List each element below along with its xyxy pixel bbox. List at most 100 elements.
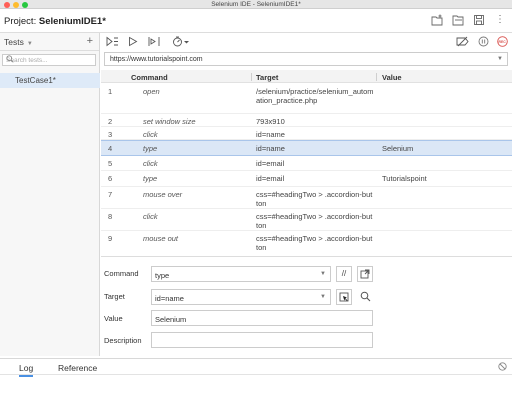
project-bar: Project: SeleniumIDE1* ⋮ [0, 9, 512, 33]
row-target-line: id=name [256, 144, 285, 153]
project-name[interactable]: SeleniumIDE1* [39, 16, 106, 27]
row-target: css=#headingTwo > .accordion-but ton [256, 190, 376, 208]
open-reference-icon[interactable] [357, 266, 373, 282]
command-editor: Command type ▼ // Target id=name ▼ Value… [101, 256, 512, 356]
pause-exceptions-icon[interactable] [478, 36, 489, 50]
tests-dropdown[interactable]: Tests ▼ [4, 37, 33, 47]
comment-toggle-button[interactable]: // [336, 266, 352, 282]
run-all-icon[interactable] [106, 36, 119, 50]
row-target-line: id=email [256, 159, 285, 168]
value-input-value: Selenium [155, 314, 187, 324]
tests-title: Tests [4, 37, 24, 47]
record-icon[interactable]: REC [497, 36, 508, 50]
table-row-selected[interactable]: 4 type id=name Selenium [101, 140, 512, 156]
command-column-header: Command [131, 72, 168, 82]
tests-header: Tests ▼ + [0, 33, 99, 51]
command-select-value: type [155, 270, 170, 280]
window-title: Selenium IDE - SeleniumIDE1* [211, 1, 301, 8]
test-item[interactable]: TestCase1* [0, 73, 100, 88]
row-target: id=email [256, 159, 376, 168]
target-select[interactable]: id=name ▼ [151, 289, 331, 305]
more-options-icon[interactable]: ⋮ [494, 14, 506, 26]
row-target: 793x910 [256, 117, 376, 126]
row-number: 6 [108, 174, 113, 183]
target-label: Target [104, 292, 125, 301]
row-command: click [143, 212, 158, 221]
project-label: Project: SeleniumIDE1* [4, 16, 106, 27]
search-icon [6, 55, 93, 65]
row-target-line: id=email [256, 174, 285, 183]
speed-icon[interactable] [172, 36, 190, 50]
toolbar: REC [101, 33, 512, 51]
row-command: mouse out [143, 234, 179, 243]
tab-reference[interactable]: Reference [58, 363, 97, 373]
table-row[interactable]: 1 open /selenium/practice/selenium_autom… [101, 84, 512, 114]
add-test-icon[interactable]: + [87, 35, 93, 47]
row-target: id=name [256, 144, 376, 153]
table-row[interactable]: 9 mouse out css=#headingTwo > .accordion… [101, 231, 512, 253]
row-number: 7 [108, 190, 113, 199]
table-row[interactable]: 6 type id=email Tutorialspoint [101, 171, 512, 187]
table-header: Command Target Value [101, 70, 512, 83]
tests-sidebar: Tests ▼ + Search tests... TestCase1* [0, 33, 100, 356]
row-target-line: ton [256, 221, 267, 230]
tab-divider [0, 374, 512, 375]
target-select-value: id=name [155, 293, 184, 303]
record-label: REC [498, 39, 506, 44]
target-column-header: Target [256, 72, 279, 82]
row-target: css=#headingTwo > .accordion-but ton [256, 234, 376, 252]
command-select[interactable]: type ▼ [151, 266, 331, 282]
row-target-line: css=#headingTwo > .accordion-but [256, 212, 373, 221]
run-current-icon[interactable] [128, 36, 138, 50]
column-divider[interactable] [376, 73, 377, 81]
row-value: Selenium [382, 144, 414, 153]
row-target-line: css=#headingTwo > .accordion-but [256, 190, 373, 199]
value-input[interactable]: Selenium [151, 310, 373, 326]
row-number: 1 [108, 87, 113, 96]
new-project-icon[interactable] [431, 14, 443, 26]
row-command: mouse over [143, 190, 183, 199]
disable-breakpoints-icon[interactable] [456, 36, 469, 50]
chevron-down-icon: ▼ [320, 293, 326, 300]
window-titlebar: Selenium IDE - SeleniumIDE1* [0, 0, 512, 9]
save-project-icon[interactable] [473, 14, 485, 26]
row-number: 2 [108, 117, 113, 126]
command-label: Command [104, 269, 139, 278]
table-row[interactable]: 8 click css=#headingTwo > .accordion-but… [101, 209, 512, 231]
base-url-value: https://www.tutorialspoint.com [110, 55, 203, 63]
column-divider[interactable] [251, 73, 252, 81]
row-target: id=email [256, 174, 376, 183]
row-command: open [143, 87, 160, 96]
select-target-icon[interactable] [336, 289, 352, 305]
row-command: click [143, 130, 158, 139]
clear-log-icon[interactable] [498, 362, 507, 373]
description-input[interactable] [151, 332, 373, 348]
row-number: 4 [108, 144, 113, 153]
row-target-line: css=#headingTwo > .accordion-but [256, 234, 373, 243]
row-target-line: /selenium/practice/selenium_autom [256, 87, 374, 96]
row-command: type [143, 174, 158, 183]
step-icon[interactable] [148, 36, 160, 50]
find-target-icon[interactable] [357, 289, 373, 305]
row-target-line: ton [256, 199, 267, 208]
search-tests-input[interactable]: Search tests... [2, 54, 96, 66]
project-actions: ⋮ [431, 14, 506, 26]
row-number: 8 [108, 212, 113, 221]
row-target-line: ation_practice.php [256, 96, 318, 105]
table-row[interactable]: 3 click id=name [101, 127, 512, 140]
base-url-input[interactable]: https://www.tutorialspoint.com ▼ [104, 52, 508, 66]
value-label: Value [104, 314, 123, 323]
table-row[interactable]: 2 set window size 793x910 [101, 114, 512, 127]
row-number: 5 [108, 159, 113, 168]
chevron-down-icon[interactable]: ▼ [497, 56, 503, 62]
row-number: 3 [108, 130, 113, 139]
value-column-header: Value [382, 72, 402, 82]
row-target: id=name [256, 130, 376, 139]
test-item-label: TestCase1* [15, 76, 56, 85]
table-row[interactable]: 7 mouse over css=#headingTwo > .accordio… [101, 187, 512, 209]
row-command: click [143, 159, 158, 168]
row-value: Tutorialspoint [382, 174, 427, 183]
row-target-line: id=name [256, 130, 285, 139]
table-row[interactable]: 5 click id=email [101, 156, 512, 171]
open-project-icon[interactable] [452, 14, 464, 26]
